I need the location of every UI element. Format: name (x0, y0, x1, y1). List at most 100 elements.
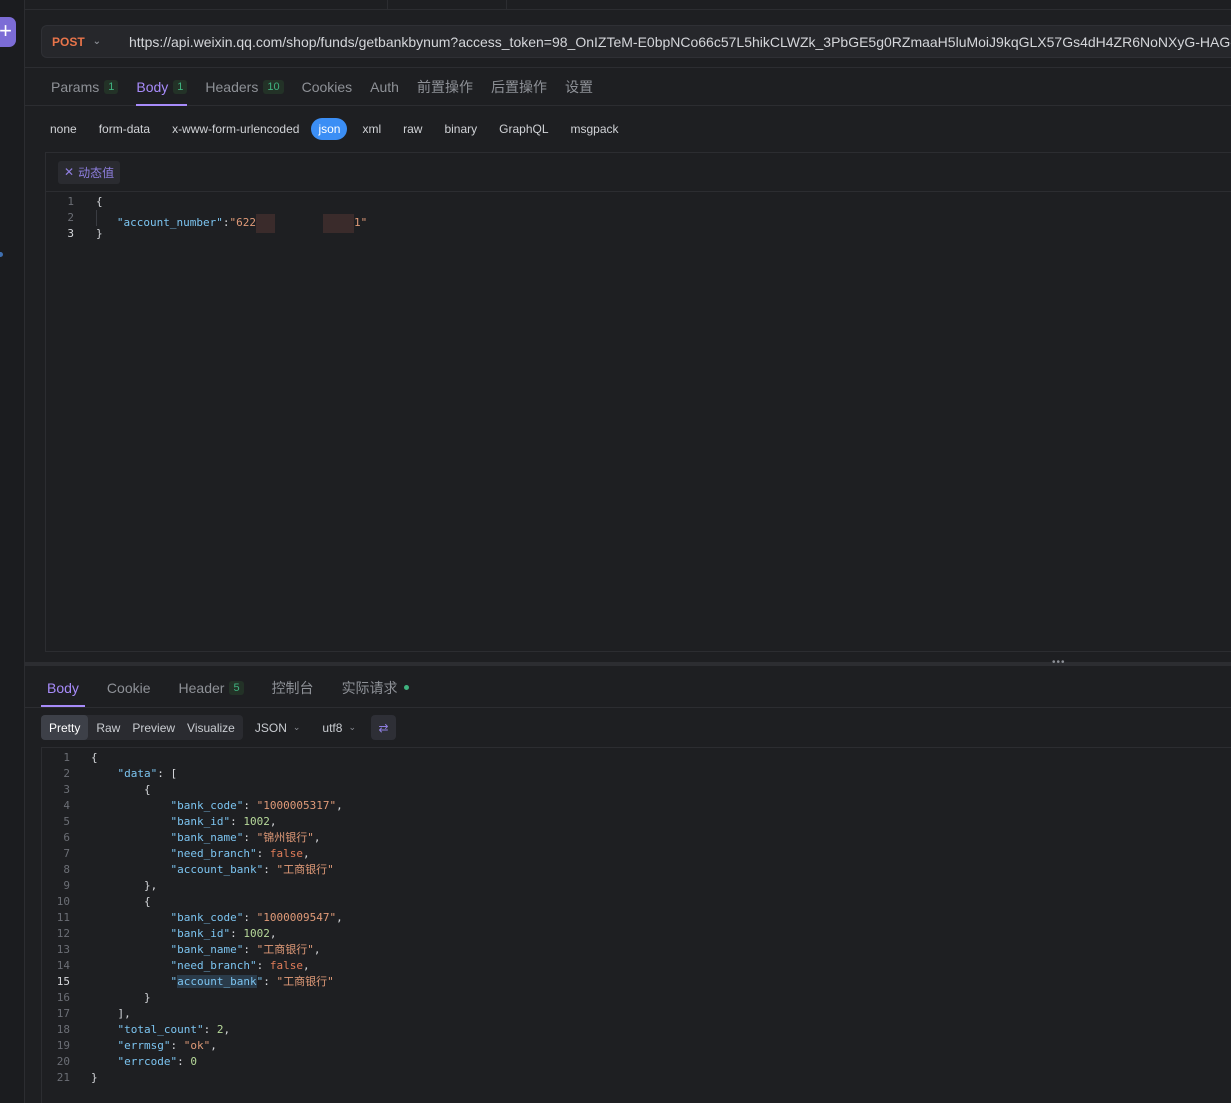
line-number: 7 (63, 847, 70, 860)
code-line: 8 "account_bank": "工商银行" (42, 862, 1231, 878)
method-selector[interactable]: POST ⌄ (42, 35, 116, 49)
tab-post-operations[interactable]: 后置操作 (491, 68, 547, 106)
tab-cookies[interactable]: Cookies (302, 68, 353, 106)
code-text: "bank_name": "工商银行", (70, 942, 320, 958)
view-mode-preview[interactable]: Preview (128, 715, 179, 740)
response-body-viewer[interactable]: 1{2 "data": [3 {4 "bank_code": "10000053… (41, 747, 1231, 1103)
request-code[interactable]: 1{ 2 "account_number":"622 1" 3} (46, 192, 1231, 242)
top-tab[interactable] (388, 0, 507, 10)
encoding-value: utf8 (322, 720, 343, 735)
request-tabs: Params 1 Body 1 Headers 10 Cookies Auth 前置操… (25, 67, 1231, 106)
code-token: { (91, 783, 151, 796)
drag-handle-icon[interactable]: ••• (1052, 657, 1066, 668)
view-mode-pretty[interactable]: Pretty (41, 715, 89, 740)
code-token: : (243, 799, 257, 812)
chevron-down-icon: ⌄ (292, 722, 301, 732)
json-key: "total_count" (117, 1023, 204, 1036)
body-type-binary[interactable]: binary (444, 119, 477, 139)
code-token: } (91, 1071, 98, 1084)
encoding-dropdown[interactable]: utf8 ⌄ (322, 721, 356, 735)
code-text: } (70, 990, 151, 1006)
json-value: "工商银行" (276, 975, 334, 988)
body-type-urlencoded[interactable]: x-www-form-urlencoded (172, 119, 299, 139)
dynamic-value-button[interactable]: ✕ 动态值 (58, 160, 121, 184)
magic-wand-icon: ✕ (64, 165, 75, 179)
json-value: 1002 (243, 927, 270, 940)
code-token: : (256, 959, 270, 972)
tab-response-header[interactable]: Header 5 (173, 669, 250, 707)
tab-response-body[interactable]: Body (41, 669, 85, 707)
code-token: : (256, 847, 270, 860)
tab-badge: 1 (173, 79, 188, 94)
json-key: "bank_code" (170, 911, 244, 924)
code-token: : (203, 1023, 217, 1036)
line-number: 18 (56, 1023, 70, 1036)
code-text: } (96, 227, 103, 240)
code-line: 3 { (42, 782, 1231, 798)
code-token: : (170, 1039, 184, 1052)
code-text: "bank_id": 1002, (70, 926, 276, 942)
code-line: 10 { (42, 894, 1231, 910)
json-value: false (269, 959, 303, 972)
tab-headers[interactable]: Headers 10 (205, 68, 284, 106)
add-icon[interactable]: + (0, 17, 16, 47)
body-type-json[interactable]: json (311, 118, 348, 140)
tab-actual-request[interactable]: 实际请求 (336, 669, 415, 707)
code-text: "bank_id": 1002, (70, 814, 276, 830)
body-type-xml[interactable]: xml (362, 119, 381, 139)
code-token: : (243, 943, 257, 956)
line-number: 16 (56, 991, 70, 1004)
line-number: 9 (63, 879, 70, 892)
tab-settings[interactable]: 设置 (565, 68, 593, 106)
code-token: : [ (157, 767, 178, 780)
code-line: 11 "bank_code": "1000009547", (42, 910, 1231, 926)
tab-console[interactable]: 控制台 (266, 669, 320, 707)
tab-auth[interactable]: Auth (370, 68, 399, 106)
format-dropdown[interactable]: JSON ⌄ (255, 721, 301, 735)
body-type-graphql[interactable]: GraphQL (499, 119, 548, 139)
code-line: 19 "errmsg": "ok", (42, 1038, 1231, 1054)
line-number: 11 (56, 911, 70, 924)
code-text: } (70, 1070, 98, 1086)
code-token: , (302, 847, 310, 860)
json-key: "need_branch" (170, 959, 257, 972)
tab-body[interactable]: Body 1 (136, 68, 188, 106)
tab-label: Body (47, 679, 79, 696)
chevron-down-icon: ⌄ (348, 722, 356, 732)
request-body-editor[interactable]: ✕ 动态值 1{ 2 "account_number":"622 1" 3} (45, 152, 1231, 652)
code-token: : (243, 831, 257, 844)
tab-params[interactable]: Params 1 (51, 68, 119, 106)
body-type-none[interactable]: none (50, 119, 77, 139)
line-number: 2 (63, 767, 70, 780)
body-type-raw[interactable]: raw (403, 119, 422, 139)
code-text: }, (70, 878, 157, 894)
code-line: 15 "account_bank": "工商银行" (42, 974, 1231, 990)
view-mode-visualize[interactable]: Visualize (183, 715, 239, 740)
top-tab[interactable] (25, 0, 388, 10)
tab-label: Header (178, 679, 225, 696)
code-text: "data": [ (70, 766, 178, 782)
code-line: 2 "data": [ (42, 766, 1231, 782)
tab-badge: 10 (263, 79, 284, 94)
tab-label: Cookie (106, 679, 151, 696)
line-number: 15 (56, 975, 70, 988)
json-value: "data" (117, 767, 158, 780)
tab-pre-operations[interactable]: 前置操作 (417, 68, 473, 106)
view-mode-raw[interactable]: Raw (92, 715, 124, 740)
body-type-form-data[interactable]: form-data (99, 119, 150, 139)
code-text: "account_number":"622 1" (74, 210, 367, 233)
line-number: 14 (56, 959, 70, 972)
panel-resize-handle[interactable] (25, 662, 1231, 666)
view-mode-group: Pretty Raw Preview Visualize (41, 715, 243, 740)
tab-response-cookie[interactable]: Cookie (101, 669, 157, 707)
url-input[interactable]: https://api.weixin.qq.com/shop/funds/get… (116, 34, 1231, 50)
json-value: false (269, 847, 303, 860)
word-wrap-icon[interactable]: ⇄ (370, 715, 396, 740)
code-text: "bank_code": "1000009547", (70, 910, 342, 926)
json-key: "account_bank" (170, 863, 264, 876)
body-type-msgpack[interactable]: msgpack (571, 119, 619, 139)
